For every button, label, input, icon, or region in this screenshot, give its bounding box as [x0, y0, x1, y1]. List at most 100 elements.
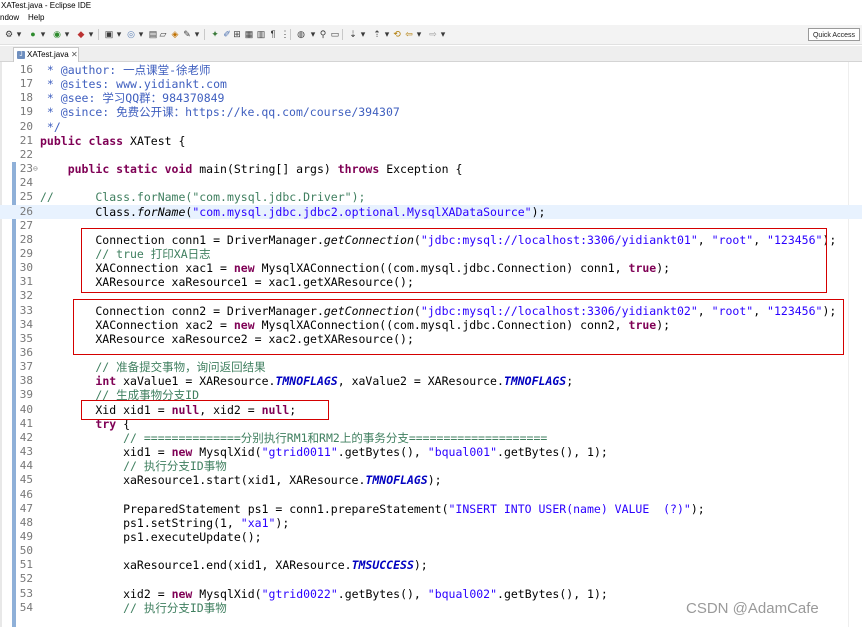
code-line[interactable]: 20 */ — [0, 120, 862, 134]
java-file-icon: J — [17, 51, 25, 59]
code-token: * @since: — [40, 105, 117, 120]
code-token: MysqlXid( — [192, 445, 262, 460]
toggle-icon[interactable]: ⋮ — [280, 29, 290, 39]
code-line[interactable]: 17 * @sites: www.yidiankt.com — [0, 77, 862, 91]
code-line[interactable]: 44 // 执行分支ID事物 — [0, 459, 862, 473]
code-line[interactable]: 37 // 准备提交事物，询问返回结果 — [0, 360, 862, 374]
line-number: 37 — [19, 360, 33, 374]
code-line[interactable]: 53 xid2 = new MysqlXid("gtrid0022".getBy… — [0, 587, 862, 601]
dropdown-icon[interactable]: ▾ — [86, 29, 96, 39]
close-icon[interactable]: ✕ — [71, 48, 78, 62]
open-type-icon[interactable]: ◈ — [170, 29, 180, 39]
watermark: CSDN @AdamCafe — [686, 600, 819, 617]
web-browser-icon[interactable]: ◍ — [296, 29, 306, 39]
search-icon[interactable]: ✎ — [182, 29, 192, 39]
fold-icon[interactable]: ⊖ — [33, 162, 38, 176]
code-token: https://ke.qq.com/course/394307 — [185, 105, 400, 120]
debug-icon[interactable]: ⚙ — [4, 29, 14, 39]
mark-occurrences-icon[interactable]: ✦ — [210, 29, 220, 39]
dropdown-icon[interactable]: ▾ — [62, 29, 72, 39]
last-edit-icon[interactable]: ⟲ — [392, 29, 402, 39]
code-line[interactable]: 24 — [0, 176, 862, 190]
run-icon[interactable]: ● — [28, 29, 38, 39]
menu-window[interactable]: ndow — [0, 11, 19, 25]
code-token: PreparedStatement ps1 = conn1.prepareSta… — [40, 501, 449, 516]
menu-bar: ndow Help — [0, 11, 862, 25]
code-line[interactable]: 46 — [0, 488, 862, 502]
code-token: "xa1" — [240, 515, 276, 530]
dropdown-icon[interactable]: ▾ — [438, 29, 448, 39]
code-token: ps1.setString(1, — [40, 515, 241, 530]
line-number: 35 — [19, 331, 33, 345]
code-token: * @sites: www.yidiankt.com — [40, 77, 227, 92]
line-number: 50 — [19, 544, 33, 558]
code-line[interactable]: 45 xaResource1.start(xid1, XAResource.TM… — [0, 473, 862, 487]
code-token: "gtrid0011" — [261, 445, 338, 460]
code-token: 一点课堂-徐老师 — [123, 63, 211, 77]
block-selection-icon[interactable]: ⊞ — [232, 29, 242, 39]
back-icon[interactable]: ⇦ — [404, 29, 414, 39]
dropdown-icon[interactable]: ▾ — [192, 29, 202, 39]
external-tools-icon[interactable]: ◉ — [52, 29, 62, 39]
new-project-icon[interactable]: ▣ — [104, 29, 114, 39]
code-text: // ==============分别执行RM1和RM2上的事务分支======… — [40, 431, 547, 445]
pin-editor-icon[interactable]: ▭ — [330, 29, 340, 39]
code-line[interactable]: 38 int xaValue1 = XAResource.TMNOFLAGS, … — [0, 374, 862, 388]
next-annotation-icon[interactable]: ⇣ — [348, 29, 358, 39]
dropdown-icon[interactable]: ▾ — [414, 29, 424, 39]
new-class-icon[interactable]: ◎ — [126, 29, 136, 39]
paragraph-icon[interactable]: ¶ — [268, 29, 278, 39]
code-token: // ==============分别执行RM1和RM2上的事务分支======… — [40, 430, 548, 445]
menu-help[interactable]: Help — [28, 11, 44, 25]
dropdown-icon[interactable]: ▾ — [382, 29, 392, 39]
code-line[interactable]: 25 // Class.forName("com.mysql.jdbc.Drive… — [0, 190, 862, 204]
code-token: * @see: — [40, 91, 103, 106]
code-line[interactable]: 50 — [0, 544, 862, 558]
dropdown-icon[interactable]: ▾ — [14, 29, 24, 39]
highlight-box-conn2 — [73, 299, 844, 355]
prev-annotation-icon[interactable]: ⇡ — [372, 29, 382, 39]
code-line[interactable]: 47 PreparedStatement ps1 = conn1.prepare… — [0, 502, 862, 516]
code-text: xaResource1.start(xid1, XAResource.TMNOF… — [40, 473, 442, 487]
new-package-icon[interactable]: ▤ — [148, 29, 158, 39]
code-token: new — [171, 445, 193, 460]
code-line[interactable]: 48 ps1.setString(1, "xa1"); — [0, 516, 862, 530]
word-wrap-icon[interactable]: ▦ — [244, 29, 254, 39]
pin-icon[interactable]: ⚲ — [318, 29, 328, 39]
code-line[interactable]: 16 * @author: 一点课堂-徐老师 — [0, 63, 862, 77]
line-number: 49 — [19, 529, 33, 543]
line-number: 41 — [19, 416, 33, 430]
code-line[interactable]: 51 xaResource1.end(xid1, XAResource.TMSU… — [0, 558, 862, 572]
dropdown-icon[interactable]: ▾ — [38, 29, 48, 39]
line-number: 42 — [19, 430, 33, 444]
quick-access-field[interactable]: Quick Access — [808, 28, 860, 41]
code-editor[interactable]: 16 * @author: 一点课堂-徐老师 17 * @sites: www.y… — [0, 62, 862, 627]
coverage-icon[interactable]: ◆ — [76, 29, 86, 39]
code-line[interactable]: 19 * @since: 免费公开课：https://ke.qq.com/cou… — [0, 105, 862, 119]
forward-icon[interactable]: ⇨ — [428, 29, 438, 39]
dropdown-icon[interactable]: ▾ — [136, 29, 146, 39]
code-token: int — [95, 374, 117, 389]
dropdown-icon[interactable]: ▾ — [358, 29, 368, 39]
tab-xatest-java[interactable]: J XATest.java ✕ — [13, 47, 79, 62]
line-number: 48 — [19, 515, 33, 529]
toolbar-separator — [98, 29, 99, 40]
toggle-highlight-icon[interactable]: ✐ — [222, 29, 232, 39]
code-line[interactable]: 18 * @see: 学习QQ群：984370849 — [0, 91, 862, 105]
show-whitespace-icon[interactable]: ▥ — [256, 29, 266, 39]
code-line[interactable]: 23 ⊖ public static void main(String[] arg… — [0, 162, 862, 176]
open-folder-icon[interactable]: ▱ — [158, 29, 168, 39]
code-line[interactable]: 22 — [0, 148, 862, 162]
code-line[interactable]: 52 — [0, 572, 862, 586]
dropdown-icon[interactable]: ▾ — [308, 29, 318, 39]
code-line[interactable]: 43 xid1 = new MysqlXid("gtrid0011".getBy… — [0, 445, 862, 459]
code-line[interactable]: 42 // ==============分别执行RM1和RM2上的事务分支===… — [0, 431, 862, 445]
code-token: .getBytes(), 1); — [497, 586, 608, 601]
dropdown-icon[interactable]: ▾ — [114, 29, 124, 39]
window-title: XATest.java - Eclipse IDE — [0, 0, 862, 11]
code-line[interactable]: 49 ps1.executeUpdate(); — [0, 530, 862, 544]
code-text: public class XATest { — [40, 134, 185, 148]
code-line[interactable]: 26 Class.forName("com.mysql.jdbc.jdbc2.o… — [0, 204, 862, 219]
code-line[interactable]: 21 public class XATest { — [0, 134, 862, 148]
line-number: 46 — [19, 487, 33, 501]
